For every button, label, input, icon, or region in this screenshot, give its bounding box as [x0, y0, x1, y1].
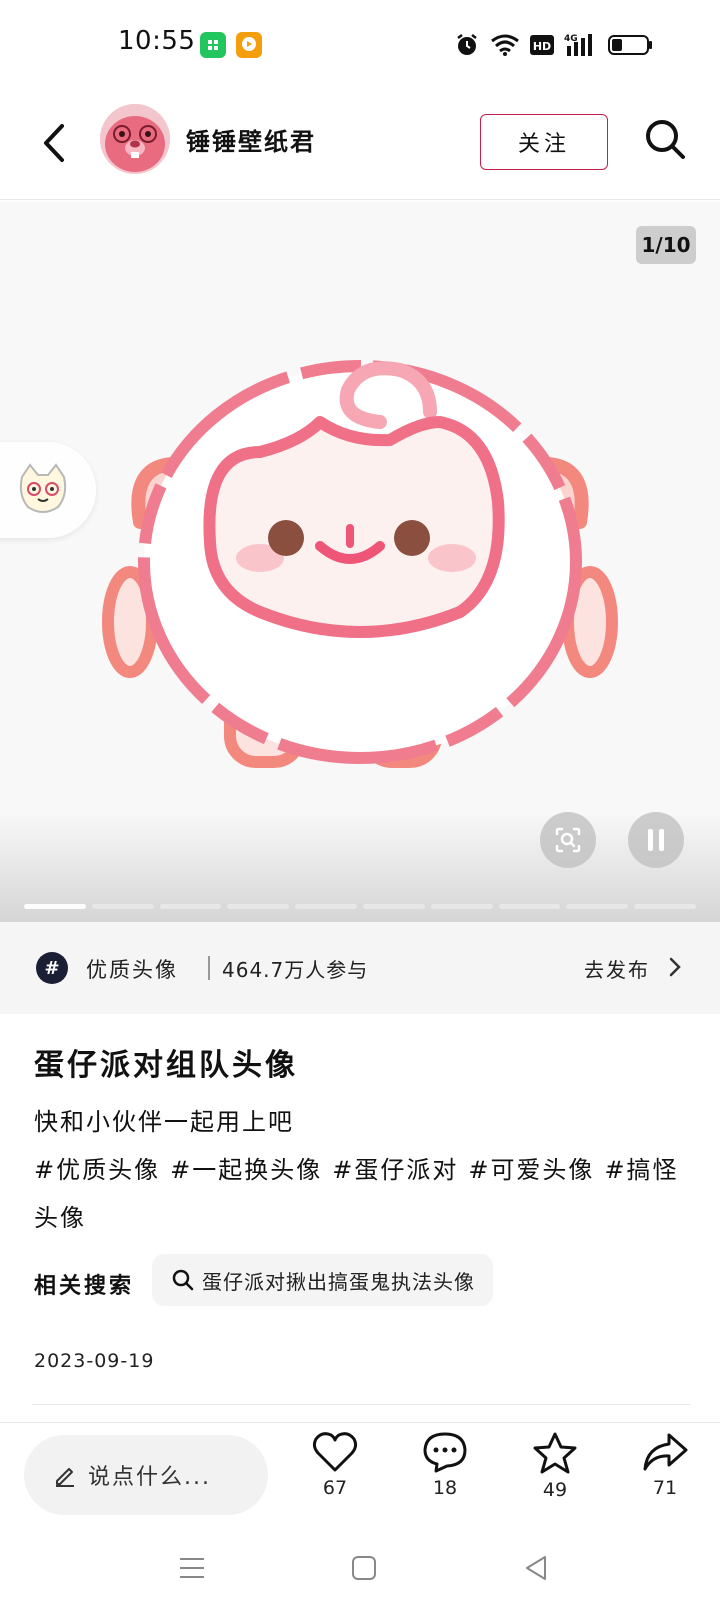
star-icon: [533, 1432, 577, 1474]
go-publish-link[interactable]: 去发布: [584, 954, 650, 983]
comment-button[interactable]: 18: [410, 1431, 480, 1499]
share-arrow-icon: [643, 1433, 688, 1471]
tag-link[interactable]: #蛋仔派对: [332, 1156, 458, 1184]
post-header: 锤锤壁纸君 关注: [0, 96, 720, 200]
progress-segment: [634, 904, 696, 909]
hashtag-icon: #: [36, 952, 68, 984]
system-icons: HD 4G: [454, 30, 654, 60]
search-icon: [172, 1269, 194, 1291]
search-icon: [646, 120, 685, 159]
system-back-button[interactable]: [516, 1548, 556, 1588]
comment-bubble-icon: [423, 1432, 467, 1473]
related-search-label: 相关搜索: [34, 1274, 135, 1299]
progress-segment: [430, 904, 493, 909]
related-search-query: 蛋仔派对揪出搞蛋鬼执法头像: [202, 1269, 475, 1294]
status-time: 10:55: [118, 26, 196, 56]
progress-segment: [227, 904, 290, 909]
image-counter: 1/10: [636, 226, 696, 264]
progress-segment: [362, 904, 425, 909]
topic-bar[interactable]: # 优质头像 464.7万人参与 去发布: [0, 922, 720, 1014]
image-scan-button[interactable]: [540, 812, 596, 868]
cellular-signal-icon: 4G: [564, 32, 598, 58]
search-button[interactable]: [640, 114, 690, 164]
comment-count: 18: [432, 1477, 458, 1499]
favorite-count: 49: [542, 1479, 568, 1501]
slideshow-pause-button[interactable]: [628, 812, 684, 868]
progress-segment: [24, 904, 86, 909]
side-floating-sticker[interactable]: [0, 442, 96, 538]
author-name[interactable]: 锤锤壁纸君: [186, 122, 316, 157]
tag-link[interactable]: #可爱头像: [468, 1156, 594, 1184]
carousel-progress: [24, 904, 696, 909]
chevron-left-icon: [44, 124, 64, 162]
post-tags: #优质头像 #一起换头像 #蛋仔派对 #可爱头像 #搞怪头像: [34, 1146, 694, 1242]
progress-segment: [566, 904, 629, 909]
hd-icon: HD: [530, 35, 554, 55]
post-description: 快和小伙伴一起用上吧: [34, 1108, 294, 1136]
menu-icon: [180, 1558, 204, 1578]
progress-segment: [295, 904, 357, 909]
heart-icon: [312, 1432, 358, 1472]
system-navigation-bar: [0, 1526, 720, 1612]
app-notification-icon: [200, 32, 226, 58]
pink-mascot-image: [102, 360, 618, 768]
pencil-icon: [56, 1468, 74, 1487]
author-avatar[interactable]: [100, 104, 170, 174]
svg-text:HD: HD: [533, 40, 551, 53]
divider: [208, 956, 210, 980]
progress-segment: [498, 904, 561, 909]
recent-apps-button[interactable]: [172, 1548, 212, 1588]
share-count: 71: [652, 1477, 678, 1499]
progress-segment: [159, 904, 222, 909]
progress-segment: [91, 904, 154, 909]
related-search-chip[interactable]: 蛋仔派对揪出搞蛋鬼执法头像: [152, 1254, 493, 1306]
video-app-notification-icon: [236, 32, 262, 58]
post-date: 2023-09-19: [34, 1350, 155, 1372]
battery-icon: [608, 34, 654, 56]
favorite-button[interactable]: 49: [520, 1431, 590, 1501]
pause-icon: [648, 829, 664, 851]
post-image-carousel[interactable]: 1/10: [0, 202, 720, 922]
bottom-action-bar: 说点什么... 67 18 49 71: [0, 1422, 720, 1518]
topic-name[interactable]: 优质头像: [86, 954, 178, 984]
comment-input[interactable]: 说点什么...: [24, 1435, 268, 1515]
home-square-icon: [352, 1556, 376, 1580]
follow-button[interactable]: 关注: [480, 114, 608, 170]
status-bar: 10:55 HD 4G: [0, 0, 720, 90]
topic-participants: 464.7万人参与: [222, 958, 369, 982]
scan-search-icon: [555, 827, 581, 853]
like-button[interactable]: 67: [300, 1431, 370, 1499]
tag-link[interactable]: #一起换头像: [170, 1156, 322, 1184]
back-button[interactable]: [34, 118, 74, 168]
chevron-right-icon[interactable]: [668, 956, 682, 982]
triangle-back-icon: [526, 1556, 546, 1580]
tag-link[interactable]: #优质头像: [34, 1156, 160, 1184]
post-description-block: 快和小伙伴一起用上吧 #优质头像 #一起换头像 #蛋仔派对 #可爱头像 #搞怪头像: [34, 1098, 694, 1242]
share-button[interactable]: 71: [630, 1431, 700, 1499]
content-divider: [32, 1404, 690, 1405]
wifi-icon: [490, 33, 520, 57]
home-button[interactable]: [344, 1548, 384, 1588]
cartoon-cat-icon: [19, 463, 67, 513]
alarm-icon: [454, 32, 480, 58]
like-count: 67: [322, 1477, 348, 1499]
post-title: 蛋仔派对组队头像: [34, 1048, 298, 1083]
comment-placeholder: 说点什么...: [88, 1465, 211, 1490]
